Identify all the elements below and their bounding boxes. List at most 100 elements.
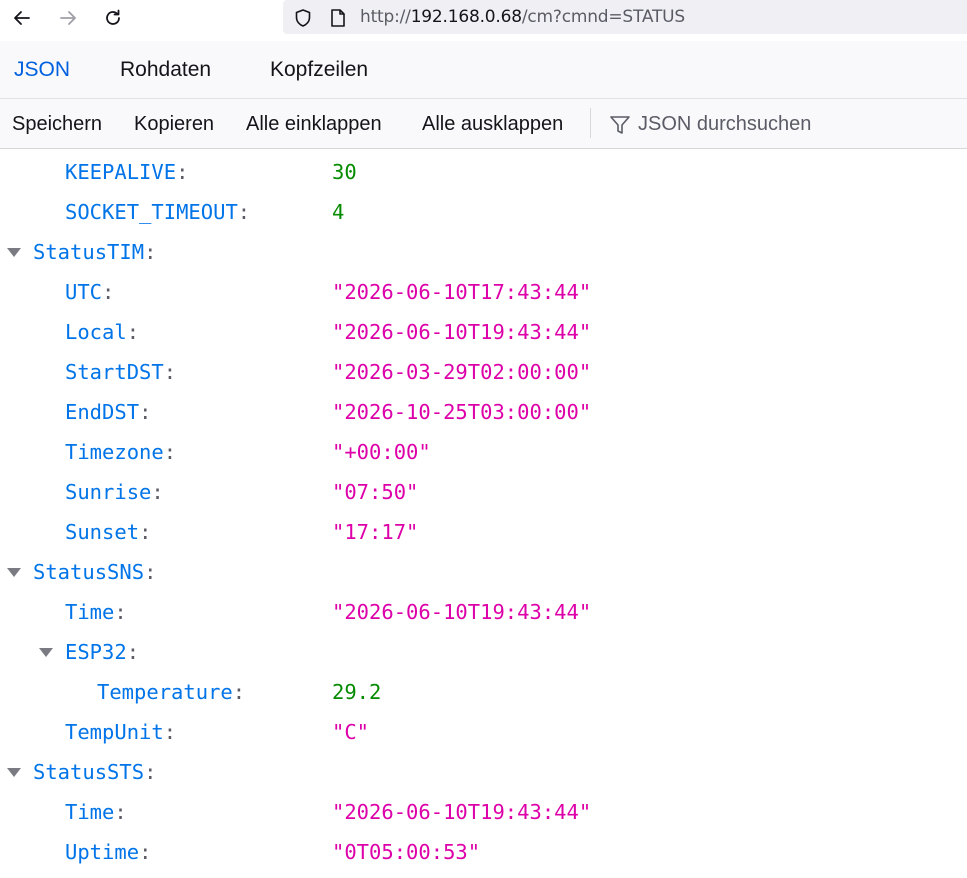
json-row: Local: "2026-06-10T19:43:44" <box>0 312 967 352</box>
json-value: "0T05:00:53" <box>332 840 481 864</box>
browser-navbar: http://192.168.0.68/cm?cmnd=STATUS <box>0 0 967 38</box>
json-key-colon: : <box>144 560 157 584</box>
json-key-text: ESP32 <box>65 640 127 664</box>
expand-toggle-icon[interactable] <box>39 648 53 657</box>
expand-toggle-icon[interactable] <box>7 568 21 577</box>
json-row: SOCKET_TIMEOUT: 4 <box>0 192 967 232</box>
page-icon[interactable] <box>329 8 347 28</box>
json-key: SOCKET_TIMEOUT: <box>65 192 250 232</box>
json-key-text: TempUnit <box>65 720 164 744</box>
url-scheme: http:// <box>360 7 411 27</box>
json-key-colon: : <box>114 800 127 824</box>
json-key-text: StatusTIM <box>33 240 145 264</box>
json-key: Time: <box>65 592 127 632</box>
tab-raw-data[interactable]: Rohdaten <box>120 57 211 83</box>
json-row: Uptime: "0T05:00:53" <box>0 832 967 872</box>
back-button[interactable] <box>8 4 36 32</box>
viewer-tabs: JSON Rohdaten Kopfzeilen <box>0 41 967 99</box>
json-key-text: Sunset <box>65 520 140 544</box>
url-host: 192.168.0.68 <box>410 7 522 27</box>
json-row: Temperature: 29.2 <box>0 672 967 712</box>
json-key-colon: : <box>126 320 140 344</box>
reload-button[interactable] <box>99 4 127 32</box>
back-arrow-icon <box>14 11 30 25</box>
url-text[interactable]: http://192.168.0.68/cm?cmnd=STATUS <box>360 7 685 27</box>
json-key-text: Timezone <box>65 440 164 464</box>
json-value: "2026-03-29T02:00:00" <box>332 360 592 384</box>
copy-button[interactable]: Kopieren <box>134 112 214 136</box>
json-row: TempUnit: "C" <box>0 712 967 752</box>
json-key-colon: : <box>102 280 115 304</box>
json-row: Sunset: "17:17" <box>0 512 967 552</box>
json-toolbar: Speichern Kopieren Alle einklappen Alle … <box>0 99 967 149</box>
json-key: Timezone: <box>65 432 176 472</box>
json-key-text: Time <box>65 800 115 824</box>
tab-headers[interactable]: Kopfzeilen <box>270 57 368 83</box>
json-value: 30 <box>332 160 357 184</box>
expand-toggle-icon[interactable] <box>7 768 21 777</box>
json-key: Uptime: <box>65 832 151 872</box>
json-value: "C" <box>332 720 370 744</box>
json-row[interactable]: ESP32: <box>0 632 967 672</box>
json-value: "2026-06-10T17:43:44" <box>332 280 592 304</box>
expand-toggle-icon[interactable] <box>7 248 21 257</box>
json-key: Local: <box>65 312 139 352</box>
json-key: StartDST: <box>65 352 176 392</box>
json-key-text: StatusSNS <box>33 560 145 584</box>
json-key-colon: : <box>139 840 152 864</box>
json-key-text: SOCKET_TIMEOUT <box>65 200 238 224</box>
save-button[interactable]: Speichern <box>12 112 102 136</box>
json-row: Timezone: "+00:00" <box>0 432 967 472</box>
json-value: "2026-06-10T19:43:44" <box>332 600 592 624</box>
shield-icon[interactable] <box>293 8 313 28</box>
json-key-colon: : <box>163 440 177 464</box>
json-value: 4 <box>332 200 345 224</box>
json-row[interactable]: StatusSTS: <box>0 752 967 792</box>
json-row[interactable]: StatusTIM: <box>0 232 967 272</box>
json-key-colon: : <box>176 160 189 184</box>
json-key-colon: : <box>144 240 157 264</box>
json-key: Sunset: <box>65 512 151 552</box>
json-key: ESP32: <box>65 632 139 672</box>
json-key-colon: : <box>126 640 140 664</box>
collapse-all-button[interactable]: Alle einklappen <box>246 112 382 136</box>
json-value: "2026-06-10T19:43:44" <box>332 320 592 344</box>
expand-all-button[interactable]: Alle ausklappen <box>422 112 563 136</box>
forward-button[interactable] <box>54 4 82 32</box>
json-key: Sunrise: <box>65 472 164 512</box>
json-key-text: StartDST <box>65 360 164 384</box>
json-key-colon: : <box>139 520 152 544</box>
json-key: TempUnit: <box>65 712 176 752</box>
json-key-colon: : <box>163 720 177 744</box>
json-row: Time: "2026-06-10T19:43:44" <box>0 592 967 632</box>
json-key-text: Time <box>65 600 115 624</box>
json-key-text: Uptime <box>65 840 140 864</box>
json-filter-input[interactable]: JSON durchsuchen <box>638 112 811 136</box>
json-key-text: KEEPALIVE <box>65 160 177 184</box>
url-path: /cm?cmnd=STATUS <box>521 7 686 27</box>
json-key: EndDST: <box>65 392 151 432</box>
json-key-colon: : <box>163 360 177 384</box>
url-bar[interactable]: http://192.168.0.68/cm?cmnd=STATUS <box>283 0 967 34</box>
json-key-text: Temperature <box>97 680 233 704</box>
json-key-text: UTC <box>65 280 103 304</box>
json-row: StartDST: "2026-03-29T02:00:00" <box>0 352 967 392</box>
toolbar-divider <box>590 108 591 138</box>
json-key-text: Local <box>65 320 127 344</box>
json-row: Sunrise: "07:50" <box>0 472 967 512</box>
json-key-colon: : <box>114 600 127 624</box>
tab-json[interactable]: JSON <box>14 57 70 83</box>
json-row: EndDST: "2026-10-25T03:00:00" <box>0 392 967 432</box>
json-value: "17:17" <box>332 520 419 544</box>
json-key: Time: <box>65 792 127 832</box>
json-row: Time: "2026-06-10T19:43:44" <box>0 792 967 832</box>
json-key-colon: : <box>232 680 246 704</box>
json-row: UTC: "2026-06-10T17:43:44" <box>0 272 967 312</box>
json-row[interactable]: StatusSNS: <box>0 552 967 592</box>
json-value: "07:50" <box>332 480 419 504</box>
json-key: KEEPALIVE: <box>65 152 188 192</box>
json-row: KEEPALIVE: 30 <box>0 152 967 192</box>
json-key-text: Sunrise <box>65 480 152 504</box>
json-key: StatusSNS: <box>33 552 156 592</box>
json-key-text: StatusSTS <box>33 760 145 784</box>
